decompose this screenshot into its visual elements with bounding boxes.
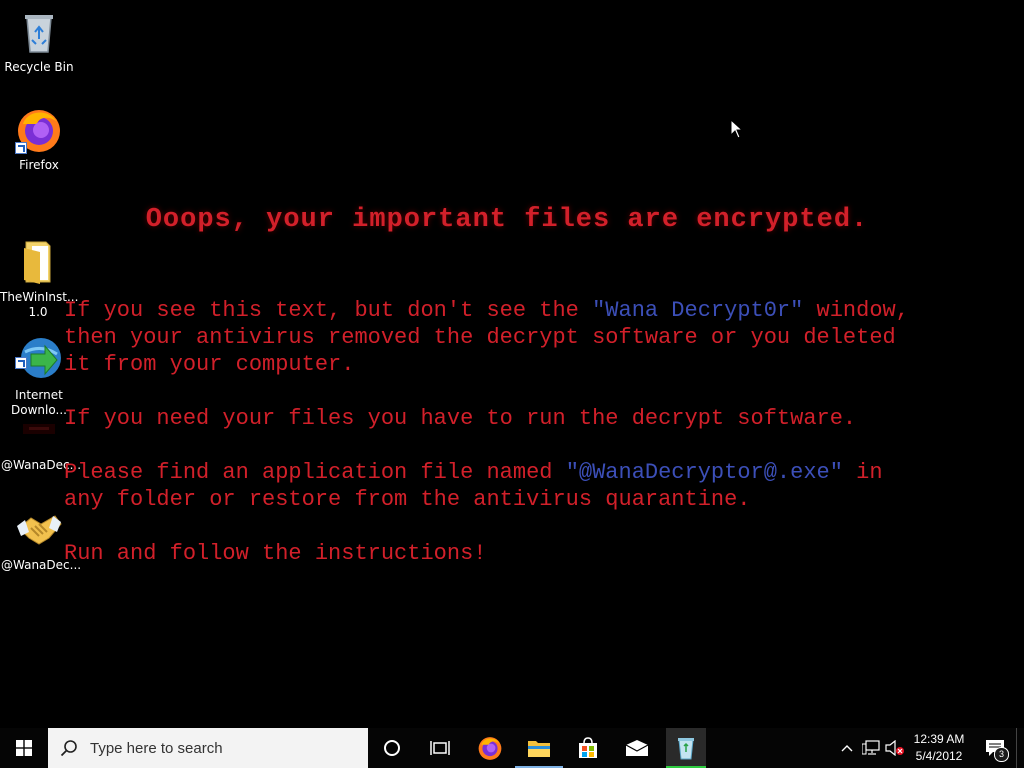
- taskbar-file-explorer-button[interactable]: [515, 728, 563, 768]
- file-explorer-icon: [528, 741, 550, 757]
- network-tray-button[interactable]: [860, 728, 882, 768]
- clock-date: 5/4/2012: [915, 749, 963, 763]
- search-input[interactable]: [88, 738, 352, 758]
- ransom-paragraph-2: If you need your files you have to run t…: [64, 406, 857, 431]
- cortana-icon: [384, 740, 400, 756]
- cortana-button[interactable]: [368, 728, 416, 768]
- show-desktop-button[interactable]: [1016, 728, 1024, 768]
- task-view-icon: [430, 741, 450, 755]
- windows-logo-icon: [16, 740, 32, 756]
- start-button[interactable]: [0, 728, 48, 768]
- taskbar-wanadecryptor-button[interactable]: [666, 728, 706, 768]
- ransom-paragraph-3: Please find an application file named "@…: [64, 459, 984, 513]
- microsoft-store-icon: [579, 737, 597, 758]
- taskbar-firefox-button[interactable]: [466, 728, 514, 768]
- action-center-button[interactable]: 3: [978, 728, 1012, 768]
- clock[interactable]: 12:39 AM 5/4/2012: [906, 728, 972, 768]
- search-icon: [60, 740, 77, 757]
- desktop[interactable]: Recycle Bin Firefox TheWinInst... 1.0 In…: [0, 0, 1024, 728]
- ransom-note-wallpaper: Ooops, your important files are encrypte…: [0, 0, 1024, 728]
- ransom-text: If you see this text, but don't see the: [64, 298, 593, 323]
- recycle-app-icon: [678, 738, 694, 760]
- ransom-paragraph-1: If you see this text, but don't see the …: [64, 297, 984, 378]
- show-hidden-icons-button[interactable]: [838, 728, 856, 768]
- ransom-highlight: "@WanaDecryptor@.exe": [565, 460, 843, 485]
- search-box[interactable]: [48, 728, 368, 768]
- volume-muted-icon: [885, 740, 904, 756]
- ransom-text: Please find an application file named: [64, 460, 566, 485]
- ransom-paragraph-4: Run and follow the instructions!: [64, 541, 487, 566]
- volume-tray-button[interactable]: [884, 728, 906, 768]
- taskbar: 12:39 AM 5/4/2012 3: [0, 728, 1024, 768]
- taskbar-store-button[interactable]: [564, 728, 612, 768]
- ransom-title: Ooops, your important files are encrypte…: [145, 205, 869, 235]
- clock-time: 12:39 AM: [913, 732, 965, 746]
- taskbar-mail-button[interactable]: [613, 728, 661, 768]
- network-icon: [862, 740, 880, 755]
- ransom-highlight: "Wana Decrypt0r": [592, 298, 804, 323]
- task-view-button[interactable]: [416, 728, 464, 768]
- firefox-icon: [478, 737, 502, 760]
- notification-count-badge: 3: [994, 747, 1009, 762]
- mail-icon: [625, 740, 649, 756]
- chevron-up-icon: [841, 745, 853, 752]
